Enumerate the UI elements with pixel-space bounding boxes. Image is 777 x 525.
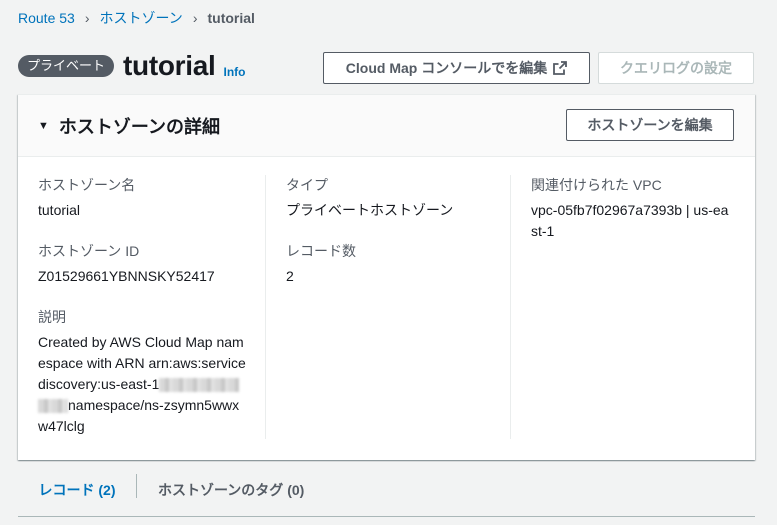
- configure-query-logging-button[interactable]: クエリログの設定: [598, 52, 754, 84]
- details-column-1: ホストゾーン名 tutorial ホストゾーン ID Z01529661YBNN…: [38, 175, 264, 458]
- tab-hosted-zone-tags[interactable]: ホストゾーンのタグ (0): [158, 472, 304, 508]
- vpc-value: vpc-05fb7f02967a7393b | us-east-1: [531, 202, 729, 239]
- private-badge: プライベート: [18, 55, 115, 77]
- breadcrumb: Route 53 › ホストゾーン › tutorial: [18, 8, 255, 28]
- tabs: レコード (2) ホストゾーンのタグ (0): [18, 472, 755, 517]
- zone-id-field: ホストゾーン ID Z01529661YBNNSKY52417: [38, 241, 264, 286]
- edit-in-cloudmap-label: Cloud Map コンソールでを編集: [345, 60, 548, 76]
- breadcrumb-current: tutorial: [207, 10, 255, 26]
- type-field: タイプ プライベートホストゾーン: [286, 175, 511, 220]
- details-column-2: タイプ プライベートホストゾーン レコード数 2: [265, 175, 511, 439]
- redacted-segment: [38, 399, 68, 414]
- zone-name-field: ホストゾーン名 tutorial: [38, 175, 264, 220]
- zone-name-value: tutorial: [38, 202, 81, 218]
- vpc-field: 関連付けられた VPC vpc-05fb7f02967a7393b | us-e…: [531, 175, 740, 242]
- tabs-underline: [18, 516, 755, 517]
- edit-in-cloudmap-button[interactable]: Cloud Map コンソールでを編集: [323, 52, 590, 84]
- page-title: tutorial: [123, 50, 216, 81]
- vpc-label: 関連付けられた VPC: [531, 177, 662, 193]
- record-count-field: レコード数 2: [286, 241, 511, 286]
- description-label: 説明: [38, 309, 66, 325]
- description-field: 説明 Created by AWS Cloud Map namespace wi…: [38, 307, 264, 437]
- zone-name-label: ホストゾーン名: [38, 177, 136, 193]
- edit-hosted-zone-label: ホストゾーンを編集: [587, 117, 713, 133]
- edit-hosted-zone-button[interactable]: ホストゾーンを編集: [566, 109, 734, 141]
- type-value: プライベートホストゾーン: [286, 202, 454, 218]
- zone-id-label: ホストゾーン ID: [38, 243, 140, 259]
- panel-header: ▼ ホストゾーンの詳細 ホストゾーンを編集: [18, 95, 755, 157]
- external-link-icon: [553, 61, 568, 75]
- info-link[interactable]: Info: [224, 65, 246, 79]
- redacted-account-id: [159, 378, 240, 393]
- page-header: プライベート tutorial Info: [18, 50, 246, 82]
- chevron-right-icon: ›: [84, 10, 90, 26]
- description-value: Created by AWS Cloud Map namespace with …: [38, 332, 248, 437]
- record-count-value: 2: [286, 268, 294, 284]
- configure-query-logging-label: クエリログの設定: [620, 60, 732, 76]
- type-label: タイプ: [286, 177, 328, 193]
- description-text-2: namespace/ns-zsymn5wwxw47lclg: [38, 397, 240, 434]
- breadcrumb-hosted-zones[interactable]: ホストゾーン: [100, 8, 183, 28]
- zone-id-value: Z01529661YBNNSKY52417: [38, 268, 215, 284]
- panel-title: ホストゾーンの詳細: [58, 117, 220, 137]
- hosted-zone-details-panel: ▼ ホストゾーンの詳細 ホストゾーンを編集 ホストゾーン名 tutorial ホ…: [18, 94, 755, 460]
- record-count-label: レコード数: [286, 243, 356, 259]
- breadcrumb-route53[interactable]: Route 53: [18, 10, 75, 26]
- tab-divider: [136, 474, 137, 498]
- details-column-3: 関連付けられた VPC vpc-05fb7f02967a7393b | us-e…: [510, 175, 740, 439]
- panel-toggle[interactable]: ▼ ホストゾーンの詳細: [38, 113, 220, 139]
- chevron-right-icon: ›: [192, 10, 198, 26]
- caret-down-icon: ▼: [38, 120, 49, 132]
- tab-records[interactable]: レコード (2): [18, 472, 136, 508]
